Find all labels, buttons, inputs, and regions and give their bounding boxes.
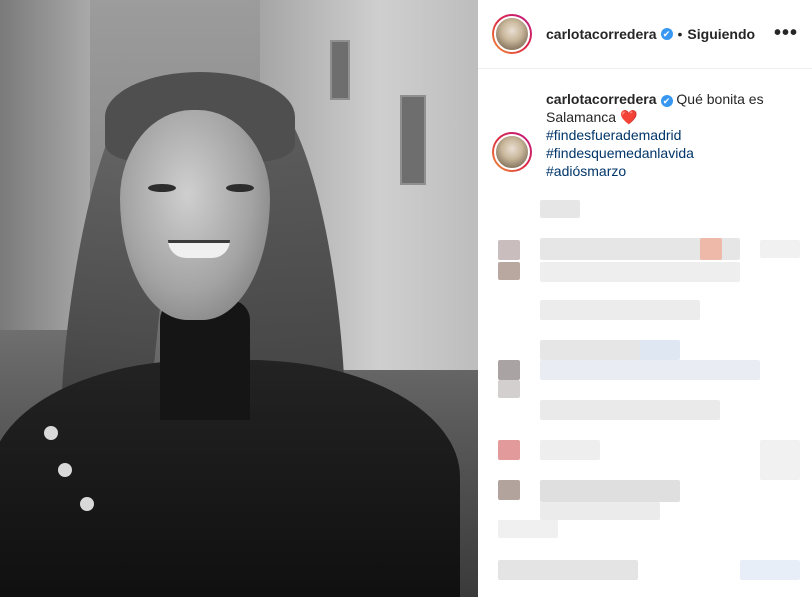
smile (168, 240, 230, 258)
avatar[interactable] (492, 14, 532, 54)
post-header: carlotacorredera ✔ • Siguiendo ••• (478, 0, 812, 69)
following-button[interactable]: Siguiendo (687, 26, 755, 42)
redacted-comment (540, 300, 700, 320)
face (120, 110, 270, 320)
hashtag-link[interactable]: #adiósmarzo (546, 162, 802, 180)
verified-badge-icon: ✔ (660, 28, 673, 40)
redacted-comment (640, 340, 680, 360)
caption-comment: carlotacorredera ✔ Qué bonita es Salamanc… (492, 90, 802, 180)
avatar-image (494, 16, 530, 52)
jacket-stud (80, 497, 94, 511)
post-sidebar: carlotacorredera ✔ • Siguiendo ••• carlo… (478, 0, 812, 597)
redacted-comment (540, 480, 680, 502)
redacted-comment (540, 262, 740, 282)
redacted-comment (498, 520, 558, 538)
window (330, 40, 350, 100)
redacted-avatar (498, 262, 520, 280)
redacted-comment (760, 440, 800, 480)
eye (148, 184, 176, 192)
post-photo[interactable] (0, 0, 478, 597)
heart-emoji-icon: ❤️ (619, 109, 638, 125)
username-link[interactable]: carlotacorredera (546, 26, 657, 42)
avatar[interactable] (492, 132, 532, 172)
window (400, 95, 426, 185)
separator: • (677, 26, 683, 42)
caption-text: carlotacorredera ✔ Qué bonita es Salamanc… (546, 90, 802, 180)
redacted-comment (540, 400, 720, 420)
redacted-comment (540, 200, 580, 218)
jacket-stud (44, 426, 58, 440)
redacted-comment (498, 560, 638, 580)
verified-badge-icon: ✔ (660, 95, 673, 107)
hashtag-link[interactable]: #findesquemedanlavida (546, 144, 802, 162)
redacted-comment (540, 360, 760, 380)
jacket-stud (58, 463, 72, 477)
redacted-comment (760, 240, 800, 258)
avatar-image (494, 134, 530, 170)
redacted-comment (540, 440, 600, 460)
hashtag-link[interactable]: #findesfuerademadrid (546, 126, 802, 144)
caption-username-link[interactable]: carlotacorredera (546, 91, 657, 107)
redacted-avatar (498, 380, 520, 398)
redacted-comment (540, 502, 660, 520)
redacted-comment (740, 560, 800, 580)
redacted-avatar (498, 480, 520, 500)
redacted-avatar (498, 240, 520, 260)
redacted-comment (700, 238, 722, 260)
more-options-icon[interactable]: ••• (774, 22, 798, 45)
eye (226, 184, 254, 192)
redacted-avatar (498, 360, 520, 380)
redacted-avatar (498, 440, 520, 460)
